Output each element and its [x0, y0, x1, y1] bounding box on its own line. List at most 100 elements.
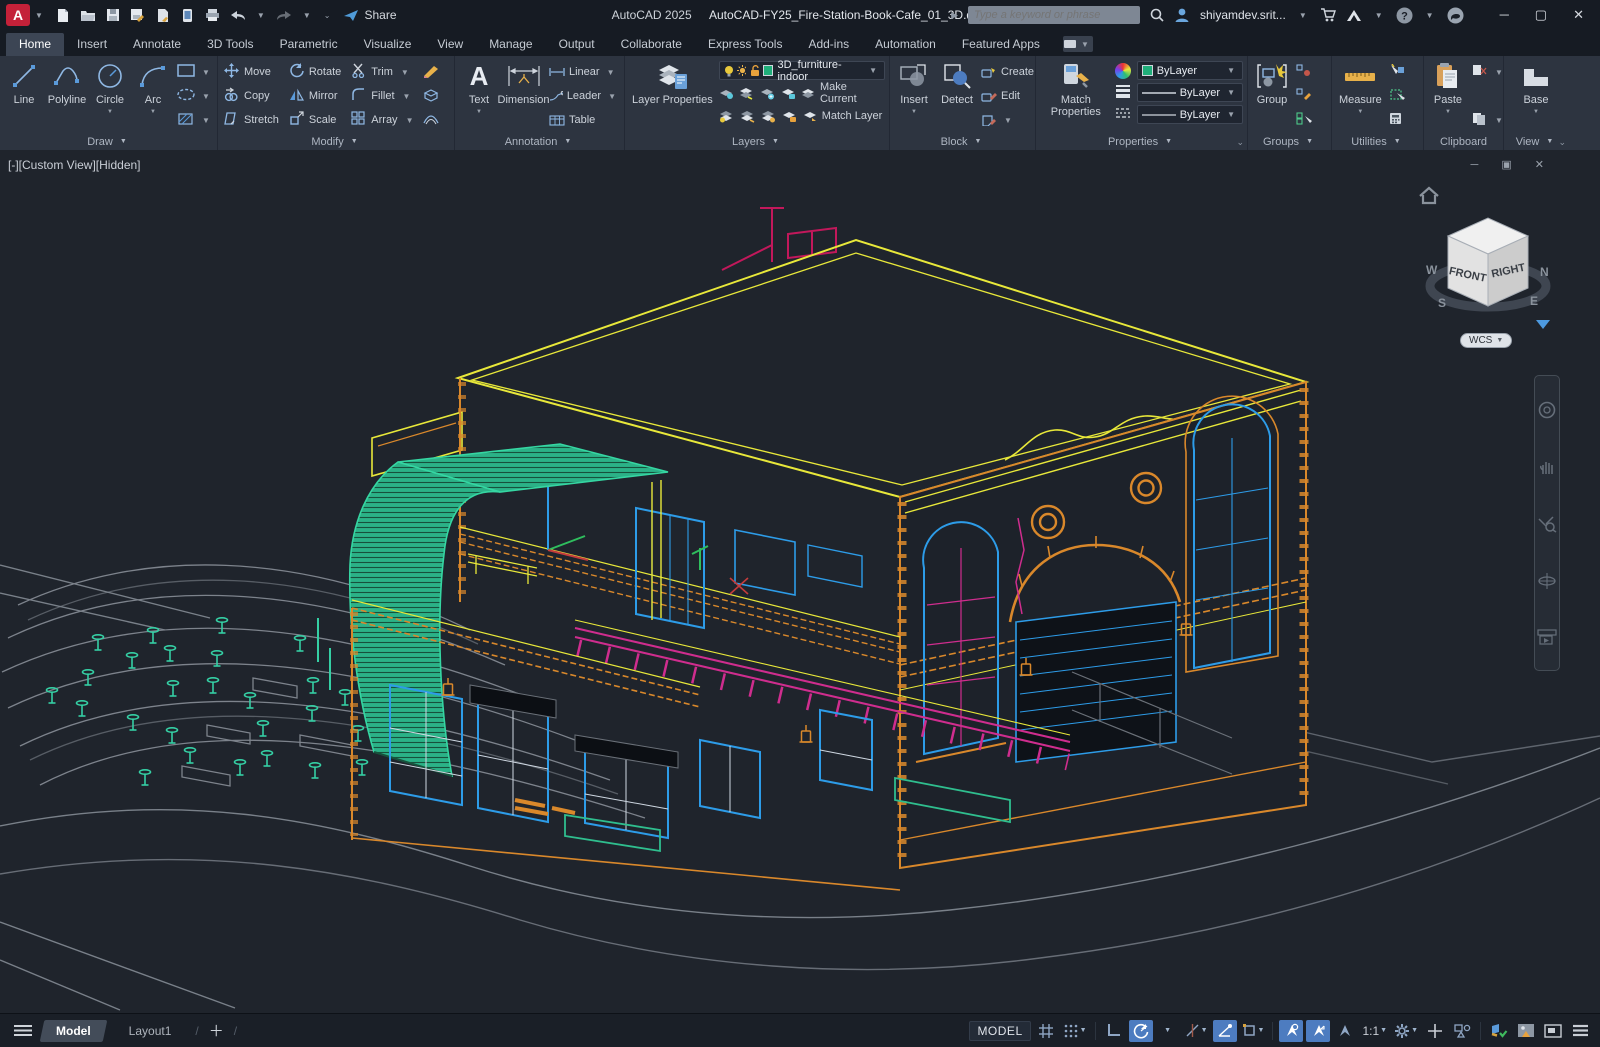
line-button[interactable]: Line [4, 59, 44, 133]
navigation-wheel-icon[interactable] [1538, 401, 1556, 419]
annotation-visibility-toggle[interactable] [1279, 1020, 1303, 1042]
chevron-down-icon[interactable]: ▼ [1530, 109, 1542, 115]
chevron-down-icon[interactable]: ▼ [398, 68, 412, 77]
layer-properties-button[interactable]: Layer Properties [629, 59, 716, 133]
layout-menu-icon[interactable] [14, 1024, 32, 1037]
chevron-down-icon[interactable]: ▼ [604, 68, 618, 77]
lineweight-dropdown[interactable]: ByLayer▼ [1137, 83, 1243, 102]
attribute-button[interactable]: ▼ [981, 110, 1034, 130]
workspace-switching-gear[interactable]: ▼ [1392, 1020, 1420, 1042]
object-color-dropdown[interactable]: ByLayer▼ [1137, 61, 1243, 80]
orbit-icon[interactable] [1537, 572, 1557, 590]
undo-dropdown-icon[interactable]: ▼ [254, 11, 268, 20]
tab-manage[interactable]: Manage [476, 33, 545, 56]
annotation-scale-icon[interactable] [1333, 1020, 1357, 1042]
move-button[interactable]: Move [224, 60, 279, 84]
chevron-down-icon[interactable]: ▼ [1001, 116, 1015, 125]
base-button[interactable]: Base ▼ [1516, 59, 1556, 133]
model-space-toggle[interactable]: MODEL [969, 1021, 1030, 1041]
save-to-mobile-icon[interactable] [179, 7, 197, 23]
compass-s[interactable]: S [1438, 296, 1446, 310]
panel-expander-icon[interactable]: ⌄ [1558, 137, 1566, 148]
layer-lock-icon[interactable] [781, 87, 796, 100]
layer-off-icon[interactable] [719, 87, 734, 100]
lineweight-icon[interactable] [1115, 84, 1131, 101]
panel-label-layers[interactable]: Layers▼ [625, 133, 889, 150]
group-edit-icon[interactable] [1296, 88, 1312, 104]
make-current-button[interactable]: Make Current [801, 83, 885, 103]
match-properties-button[interactable]: Match Properties [1040, 59, 1112, 133]
graphics-performance-toggle[interactable] [1487, 1020, 1511, 1042]
layer-unlock-icon[interactable] [782, 110, 797, 123]
group-selection-icon[interactable] [1296, 112, 1312, 128]
tab-add-ins[interactable]: Add-ins [795, 33, 862, 56]
color-wheel-icon[interactable] [1115, 63, 1131, 79]
explode-icon[interactable] [422, 88, 440, 105]
trim-button[interactable]: Trim▼ [351, 60, 416, 84]
circle-button[interactable]: Circle ▼ [90, 59, 130, 133]
copy-clip-icon[interactable] [1472, 112, 1488, 128]
chevron-down-icon[interactable]: ▼ [104, 109, 116, 115]
panel-label-properties[interactable]: Properties▼ [1036, 133, 1247, 150]
table-button[interactable]: Table [549, 110, 619, 130]
search-expand-icon[interactable]: ▶ [951, 10, 958, 21]
insert-button[interactable]: Insert ▼ [894, 59, 934, 133]
chevron-down-icon[interactable]: ▼ [1080, 1027, 1087, 1034]
arc-button[interactable]: Arc ▼ [133, 59, 173, 133]
user-dropdown-icon[interactable]: ▼ [1296, 11, 1310, 20]
fullscreen-toggle[interactable] [1541, 1020, 1565, 1042]
help-search-box[interactable] [968, 6, 1140, 24]
autodesk-logo-icon[interactable] [1346, 9, 1362, 22]
chevron-down-icon[interactable]: ▼ [400, 92, 414, 101]
tab-collaborate[interactable]: Collaborate [608, 33, 695, 56]
minimize-button[interactable]: ─ [1500, 7, 1509, 23]
clean-screen-toggle[interactable] [1514, 1020, 1538, 1042]
rectangle-icon[interactable] [177, 64, 195, 80]
search-input[interactable] [974, 9, 1134, 21]
layer-on-icon[interactable] [719, 110, 734, 123]
chevron-down-icon[interactable]: ▼ [473, 109, 485, 115]
ellipse-icon[interactable] [177, 88, 195, 104]
chevron-down-icon[interactable]: ▼ [147, 109, 159, 115]
text-button[interactable]: A Text ▼ [459, 59, 499, 133]
layer-dropdown[interactable]: 3D_furniture-indoor ▼ [719, 61, 885, 80]
isolate-objects-toggle[interactable] [1450, 1020, 1474, 1042]
cut-icon[interactable] [1472, 64, 1488, 80]
leader-button[interactable]: Leader▼ [549, 86, 619, 106]
redo-dropdown-icon[interactable]: ▼ [300, 11, 314, 20]
pan-hand-icon[interactable] [1538, 458, 1556, 476]
chevron-down-icon[interactable]: ▼ [32, 11, 46, 20]
tab-visualize[interactable]: Visualize [351, 33, 425, 56]
isodraft-toggle[interactable]: ▼ [1183, 1020, 1210, 1042]
drawing-window-controls[interactable]: ─ ▣ ✕ [1470, 158, 1554, 171]
polar-tracking-toggle[interactable] [1129, 1020, 1153, 1042]
save-icon[interactable] [104, 7, 122, 23]
tab-home[interactable]: Home [6, 33, 64, 56]
tab-express-tools[interactable]: Express Tools [695, 33, 795, 56]
export-icon[interactable] [154, 7, 172, 23]
close-button[interactable]: ✕ [1573, 7, 1584, 23]
grid-display-toggle[interactable] [1034, 1020, 1058, 1042]
layer-color-swatch[interactable] [763, 65, 773, 76]
tab-insert[interactable]: Insert [64, 33, 120, 56]
layout1-tab[interactable]: Layout1 [115, 1020, 186, 1042]
username-label[interactable]: shiyamdev.srit... [1200, 8, 1286, 22]
stretch-button[interactable]: Stretch [224, 108, 279, 132]
paste-button[interactable]: Paste ▼ [1428, 59, 1468, 133]
new-file-icon[interactable] [54, 7, 72, 23]
feedback-icon[interactable] [1447, 7, 1464, 24]
help-dropdown-icon[interactable]: ▼ [1423, 11, 1437, 20]
erase-icon[interactable] [422, 64, 440, 81]
quick-calc-icon[interactable] [1389, 88, 1405, 104]
chevron-down-icon[interactable]: ▼ [199, 92, 213, 101]
panel-label-clipboard[interactable]: Clipboard [1424, 133, 1503, 150]
viewcube-menu-arrow-icon[interactable] [1536, 320, 1550, 329]
chevron-down-icon[interactable]: ▼ [1411, 1027, 1418, 1034]
offset-icon[interactable] [422, 113, 440, 128]
tab-output[interactable]: Output [546, 33, 608, 56]
array-button[interactable]: Array▼ [351, 108, 416, 132]
measure-button[interactable]: Measure ▼ [1336, 59, 1385, 133]
tab-automation[interactable]: Automation [862, 33, 949, 56]
layer-unisolate-icon[interactable] [740, 110, 755, 123]
redo-icon[interactable] [275, 7, 293, 23]
